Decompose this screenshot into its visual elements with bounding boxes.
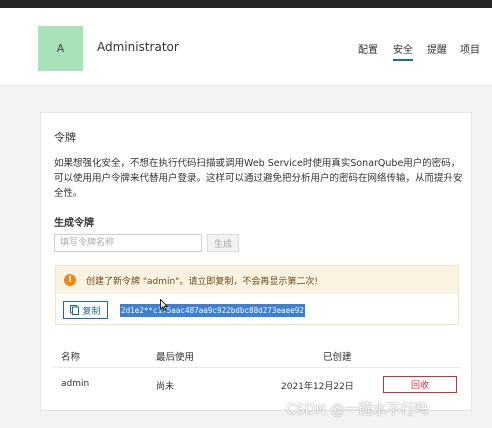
section-title: 令牌 [54,131,76,144]
last-used-cell: 尚未 [156,382,175,392]
token-name-cell: admin [61,379,90,389]
avatar: A [38,26,83,71]
account-header: A Administrator 配置 安全 提醒 项目 [0,8,492,86]
created-cell: 2021年12月22日 [281,382,354,392]
tab-security[interactable]: 安全 [393,41,413,61]
tab-projects[interactable]: 项目 [460,41,480,56]
revoke-button[interactable]: 回收 [383,376,457,393]
column-header-name: 名称 [61,352,81,363]
warning-icon: ! [64,274,76,286]
alert-message-bar: ! 创建了新令牌 "admin"。请立即复制，不会再显示第二次! [56,266,458,294]
copy-button-label: 复制 [82,306,101,317]
column-header-created: 已创建 [323,352,352,363]
username: Administrator [97,40,179,54]
token-value[interactable]: 2d1e2**c175aac487aa9c922bdbc88d273eaee92 [120,304,305,317]
tokens-description: 如果想强化安全，不想在执行代码扫描或调用Web Service时使用真实Sona… [54,158,463,199]
copy-button[interactable]: 复制 [63,301,108,319]
table-divider [54,367,460,368]
tab-notifications[interactable]: 提醒 [427,41,447,56]
mouse-cursor-icon [160,299,168,311]
tab-profile[interactable]: 配置 [358,41,378,56]
watermark: CSDN @一碗水不行吗 [286,402,429,418]
column-header-last-used: 最后使用 [156,352,195,363]
generate-token-title: 生成令牌 [54,218,94,229]
token-name-input[interactable] [54,234,202,252]
new-token-alert: ! 创建了新令牌 "admin"。请立即复制，不会再显示第二次! 复制 2d1e… [55,265,459,325]
alert-message: 创建了新令牌 "admin"。请立即复制，不会再显示第二次! [86,277,318,287]
tokens-panel: 令牌 如果想强化安全，不想在执行代码扫描或调用Web Service时使用真实S… [40,112,472,411]
copy-icon [70,305,80,315]
generate-button[interactable]: 生成 [207,234,239,252]
top-navigation-bar [0,0,492,8]
